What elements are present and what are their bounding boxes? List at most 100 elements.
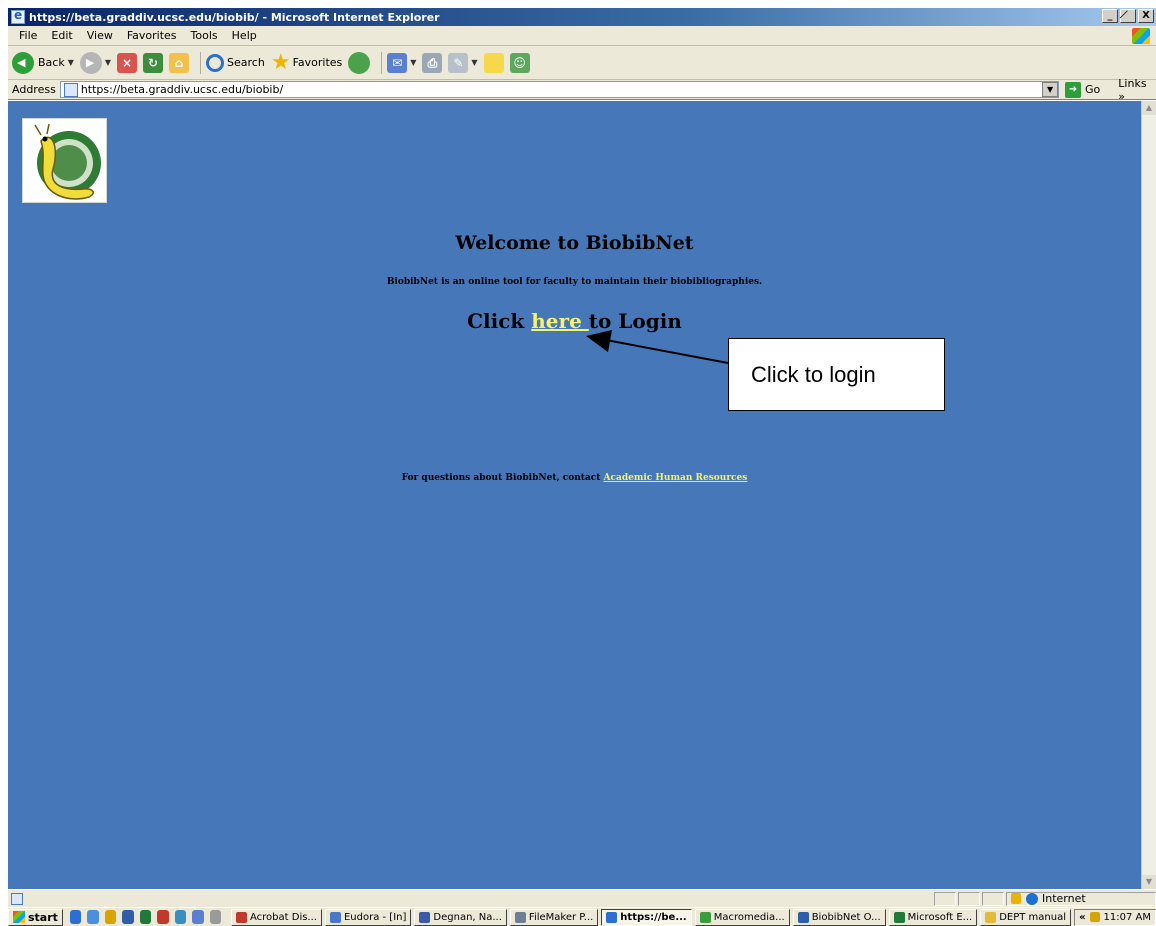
refresh-icon: ↻: [143, 52, 164, 73]
quicklaunch-app-icon[interactable]: [174, 910, 187, 924]
taskbar-button-label: Macromedia...: [713, 911, 785, 923]
menu-edit[interactable]: Edit: [44, 29, 79, 42]
start-label: start: [28, 910, 58, 924]
go-label: Go: [1085, 83, 1101, 96]
footer-prefix: For questions about BiobibNet, contact: [401, 473, 604, 483]
minimize-button[interactable]: _: [1102, 9, 1118, 23]
taskbar-button[interactable]: BiobibNet O...: [792, 908, 886, 926]
menu-bar: File Edit View Favorites Tools Help: [8, 26, 1156, 46]
taskbar-button-label: BiobibNet O...: [811, 911, 881, 923]
close-button[interactable]: X: [1138, 9, 1154, 23]
print-button[interactable]: ⎙: [422, 52, 443, 73]
refresh-button[interactable]: ↻: [143, 52, 164, 73]
quicklaunch-browser-icon[interactable]: [87, 910, 99, 924]
stop-button[interactable]: ×: [117, 52, 138, 73]
home-button[interactable]: ⌂: [169, 52, 190, 73]
login-prefix: Click: [467, 309, 532, 333]
taskbar-button[interactable]: Degnan, Na...: [414, 908, 507, 926]
taskbar-button-label: Degnan, Na...: [433, 911, 502, 923]
windows-logo-icon: [1132, 28, 1150, 44]
taskbar-button-label: https://be...: [620, 911, 687, 923]
callout-box: Click to login: [728, 338, 945, 411]
annotation-arrow: [586, 330, 729, 364]
quicklaunch-excel-icon[interactable]: [139, 910, 152, 924]
search-label: Search: [227, 56, 265, 69]
lock-icon: [1011, 893, 1021, 904]
menu-view[interactable]: View: [80, 29, 120, 42]
taskbar-button[interactable]: DEPT manual: [980, 908, 1071, 926]
address-bar: Address https://beta.graddiv.ucsc.edu/bi…: [8, 77, 1156, 103]
taskbar-app-icon: [606, 911, 618, 923]
quicklaunch-word-icon[interactable]: [122, 910, 134, 924]
address-dropdown-button[interactable]: ▼: [1042, 82, 1059, 97]
login-line: Click here to Login: [8, 309, 1141, 333]
forward-button[interactable]: ▼: [79, 51, 111, 74]
quicklaunch-app-icon[interactable]: [157, 910, 169, 924]
academic-human-resources-link[interactable]: Academic Human Resources: [604, 473, 748, 483]
status-segment: [934, 891, 956, 906]
menu-file[interactable]: File: [12, 29, 44, 42]
messenger-button[interactable]: ☺: [509, 52, 530, 73]
taskbar-button-label: DEPT manual: [999, 911, 1066, 923]
taskbar-button[interactable]: Eudora - [In]: [324, 908, 412, 926]
menu-favorites[interactable]: Favorites: [120, 29, 184, 42]
taskbar-button[interactable]: https://be...: [601, 908, 692, 926]
quicklaunch-app-icon[interactable]: [192, 910, 204, 924]
notes-button[interactable]: [483, 52, 504, 73]
quicklaunch-music-icon[interactable]: [209, 910, 221, 924]
taskbar-app-icon: [514, 911, 526, 923]
login-suffix: to Login: [588, 309, 682, 333]
forward-dropdown-icon[interactable]: ▼: [105, 58, 111, 67]
taskbar-app-icon: [329, 911, 341, 923]
quicklaunch-app-icon[interactable]: [104, 910, 117, 924]
go-button[interactable]: ➜ Go: [1065, 81, 1101, 98]
taskbar-button-label: FileMaker P...: [528, 911, 594, 923]
window-title-bar[interactable]: https://beta.graddiv.ucsc.edu/biobib/ - …: [8, 8, 1156, 26]
page-content: Welcome to BiobibNet BiobibNet is an onl…: [8, 101, 1141, 889]
taskbar-buttons: Acrobat Dis... Eudora - [In] Degnan, Na...…: [231, 908, 1074, 926]
media-button[interactable]: [348, 51, 371, 74]
taskbar-button[interactable]: Acrobat Dis...: [231, 908, 322, 926]
back-button[interactable]: Back ▼: [12, 51, 74, 74]
links-button[interactable]: Links »: [1118, 77, 1156, 103]
page-icon: [63, 82, 78, 97]
back-dropdown-icon[interactable]: ▼: [68, 58, 74, 67]
scroll-up-button[interactable]: ▲: [1142, 101, 1156, 115]
taskbar-button[interactable]: Macromedia...: [694, 908, 790, 926]
address-label: Address: [12, 83, 56, 96]
globe-icon: [1026, 892, 1038, 905]
clock[interactable]: 11:07 AM: [1104, 912, 1151, 923]
address-input[interactable]: https://beta.graddiv.ucsc.edu/biobib/ ▼: [59, 81, 1060, 98]
mail-button[interactable]: ✉ ▼: [387, 52, 416, 73]
start-button[interactable]: start: [8, 908, 63, 926]
zone-label: Internet: [1042, 892, 1086, 905]
menu-tools[interactable]: Tools: [184, 29, 225, 42]
back-label: Back: [38, 56, 65, 69]
internet-explorer-icon: [11, 8, 25, 24]
favorites-star-icon: ★: [270, 50, 291, 75]
taskbar-button[interactable]: Microsoft E...: [888, 908, 978, 926]
login-here-link[interactable]: here: [531, 309, 589, 333]
security-zone: Internet: [1006, 891, 1156, 906]
standard-toolbar: Back ▼ ▼ × ↻ ⌂ Search ★ Favorites ✉ ▼ ⎙ …: [8, 46, 1156, 80]
scroll-down-button[interactable]: ▼: [1142, 875, 1156, 889]
key-icon[interactable]: [1089, 912, 1100, 922]
maximize-button[interactable]: ̸: [1120, 9, 1136, 23]
tray-expand-button[interactable]: «: [1079, 912, 1085, 923]
page-status-icon: [11, 892, 23, 905]
menu-help[interactable]: Help: [225, 29, 264, 42]
mail-dropdown-icon[interactable]: ▼: [410, 58, 416, 67]
edit-dropdown-icon[interactable]: ▼: [471, 58, 477, 67]
status-bar: Internet: [8, 889, 1156, 907]
edit-button[interactable]: ✎ ▼: [448, 52, 478, 73]
taskbar-button[interactable]: FileMaker P...: [509, 908, 599, 926]
taskbar-app-icon: [419, 911, 431, 923]
search-button[interactable]: Search: [206, 53, 265, 72]
window-title: https://beta.graddiv.ucsc.edu/biobib/ - …: [29, 10, 440, 24]
taskbar-app-icon: [236, 911, 247, 923]
taskbar-button-label: Microsoft E...: [907, 911, 973, 923]
vertical-scrollbar[interactable]: ▲ ▼: [1141, 101, 1156, 889]
quicklaunch-ie-icon[interactable]: [69, 910, 82, 924]
favorites-button[interactable]: ★ Favorites: [271, 50, 342, 75]
taskbar-app-icon: [893, 911, 905, 923]
